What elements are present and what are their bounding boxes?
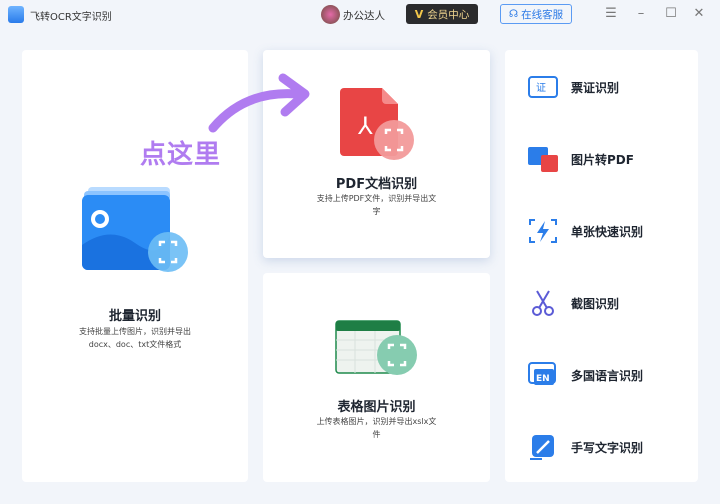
- language-icon: EN: [528, 362, 556, 385]
- maximize-button[interactable]: ☐: [663, 6, 679, 21]
- headset-icon: ☊: [508, 8, 519, 20]
- side-item-screenshot[interactable]: 截图识别: [505, 283, 698, 323]
- side-item-label: 截图识别: [571, 296, 620, 311]
- username[interactable]: 办公达人: [343, 8, 385, 23]
- side-item-multilanguage[interactable]: EN 多国语言识别: [505, 355, 698, 395]
- side-item-ticket[interactable]: 证 票证识别: [505, 67, 698, 107]
- minimize-button[interactable]: –: [633, 6, 649, 21]
- vip-icon: V: [414, 7, 424, 21]
- table-icon: [335, 320, 417, 375]
- pdf-icon: ⅄: [340, 88, 414, 160]
- side-item-quick-recognition[interactable]: 单张快速识别: [505, 211, 698, 251]
- vip-label: 会员中心: [427, 8, 470, 21]
- click-here-hint: 点这里: [140, 140, 222, 170]
- side-item-label: 图片转PDF: [571, 152, 634, 167]
- side-item-image-to-pdf[interactable]: 图片转PDF: [505, 139, 698, 179]
- title-bar: 飞转OCR文字识别 办公达人 V 会员中心 ☊ 在线客服 ☰ – ☐ ✕: [0, 0, 720, 30]
- app-logo-icon: [8, 6, 24, 23]
- pdf-title: PDF文档识别: [335, 177, 418, 192]
- vip-center-button[interactable]: V 会员中心: [406, 4, 478, 24]
- svg-text:证: 证: [536, 82, 546, 94]
- avatar[interactable]: [321, 5, 340, 24]
- pdf-desc: 支持上传PDF文件，识别并导出文字: [316, 194, 437, 216]
- flash-icon: [529, 219, 557, 243]
- image-batch-icon: [82, 187, 188, 272]
- scissors-icon: [532, 290, 554, 316]
- online-service-button[interactable]: ☊ 在线客服: [500, 4, 572, 24]
- image-to-pdf-icon: [528, 147, 558, 172]
- table-recognition-card[interactable]: 表格图片识别 上传表格图片，识别并导出xslx文件: [263, 273, 490, 482]
- side-item-label: 单张快速识别: [571, 224, 644, 239]
- side-item-label: 手写文字识别: [571, 440, 644, 455]
- batch-title: 批量识别: [108, 309, 161, 324]
- app-title: 飞转OCR文字识别: [30, 12, 112, 23]
- batch-desc: 支持批量上传图片，识别并导出docx、doc、txt文件格式: [79, 327, 191, 349]
- service-label: 在线客服: [521, 8, 564, 21]
- table-desc: 上传表格图片，识别并导出xslx文件: [316, 417, 437, 439]
- side-item-handwriting[interactable]: 手写文字识别: [505, 427, 698, 467]
- side-item-label: 多国语言识别: [571, 368, 644, 383]
- side-tools-panel: 证 票证识别 图片转PDF 单张快速识别 截图识别 EN 多国语言识别 手写文字…: [505, 50, 698, 482]
- svg-text:EN: EN: [536, 374, 550, 384]
- svg-text:⅄: ⅄: [357, 112, 373, 140]
- ticket-icon: 证: [528, 76, 558, 98]
- arrow-hint-icon: [208, 73, 310, 133]
- pen-icon: [530, 435, 554, 460]
- menu-icon[interactable]: ☰: [603, 6, 619, 21]
- close-button[interactable]: ✕: [691, 6, 707, 21]
- table-title: 表格图片识别: [337, 400, 416, 415]
- side-item-label: 票证识别: [571, 80, 620, 95]
